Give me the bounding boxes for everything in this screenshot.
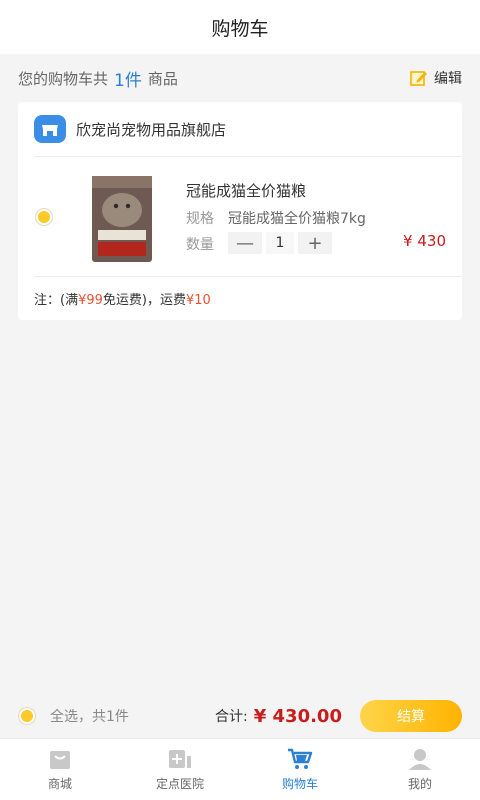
spec-value: 冠能成猫全价猫粮7kg [228, 211, 366, 227]
divider [34, 156, 462, 157]
shop-name: 欣宠尚宠物用品旗舰店 [76, 120, 227, 139]
store-icon [34, 115, 66, 143]
item-select-radio[interactable] [35, 208, 53, 226]
edit-button[interactable]: 编辑 [410, 68, 462, 88]
hospital-icon [169, 750, 191, 768]
summary-suffix: 商品 [147, 69, 178, 88]
free-shipping-threshold: ¥99 [78, 293, 103, 308]
divider [34, 276, 462, 277]
select-all-label[interactable]: 全选，共1件 [50, 706, 129, 726]
bottom-tab-bar: 商城 定点医院 购物车 我的 [0, 738, 480, 800]
shipping-fee: ¥10 [185, 293, 211, 308]
tab-label: 我的 [407, 777, 432, 791]
tab-label: 购物车 [281, 777, 318, 791]
product-name[interactable]: 冠能成猫全价猫粮 [186, 180, 306, 201]
cart-card: 欣宠尚宠物用品旗舰店 冠能成猫全价猫粮 规格 冠能成猫全价猫粮7kg 数量 — … [18, 102, 462, 320]
tab-profile[interactable]: 我的 [360, 739, 480, 800]
item-price: ¥ 430 [403, 232, 446, 250]
quantity-label: 数量 [186, 237, 214, 253]
checkout-bar: 全选，共1件 合计: ¥ 430.00 结算 [0, 694, 480, 738]
edit-label: 编辑 [434, 71, 462, 87]
shop-header[interactable]: 欣宠尚宠物用品旗舰店 [18, 102, 462, 156]
shop-bag-icon [50, 751, 70, 769]
cart-count: 1件 [114, 70, 142, 91]
spec-label: 规格 [186, 211, 214, 227]
top-bar: 购物车 [0, 0, 480, 54]
note-middle: 免运费)，运费 [102, 293, 186, 308]
profile-icon [409, 749, 431, 770]
decrease-button[interactable]: — [228, 232, 262, 254]
page-title: 购物车 [211, 17, 269, 40]
radio-dot [38, 211, 50, 223]
total-value: ¥ 430.00 [253, 705, 342, 727]
tab-shop[interactable]: 商城 [0, 739, 120, 800]
note-prefix: 注：(满 [34, 293, 79, 308]
shipping-note: 注：(满¥99免运费)，运费¥10 [34, 289, 211, 308]
radio-dot [21, 710, 33, 722]
quantity-value[interactable]: 1 [266, 232, 294, 254]
quantity-stepper: — 1 + [228, 232, 332, 254]
total-label: 合计: [215, 709, 248, 725]
tab-cart[interactable]: 购物车 [240, 739, 360, 800]
cart-summary: 您的购物车共 1件 商品 编辑 [0, 54, 480, 102]
select-all-radio[interactable] [18, 707, 36, 725]
product-image[interactable] [88, 174, 156, 264]
tab-label: 商城 [47, 777, 72, 791]
increase-button[interactable]: + [298, 232, 332, 254]
summary-prefix: 您的购物车共 [18, 69, 109, 88]
cart-icon [288, 748, 313, 769]
tab-label: 定点医院 [155, 777, 204, 791]
edit-icon [410, 71, 427, 86]
checkout-button[interactable]: 结算 [360, 700, 462, 732]
tab-hospital[interactable]: 定点医院 [120, 739, 240, 800]
